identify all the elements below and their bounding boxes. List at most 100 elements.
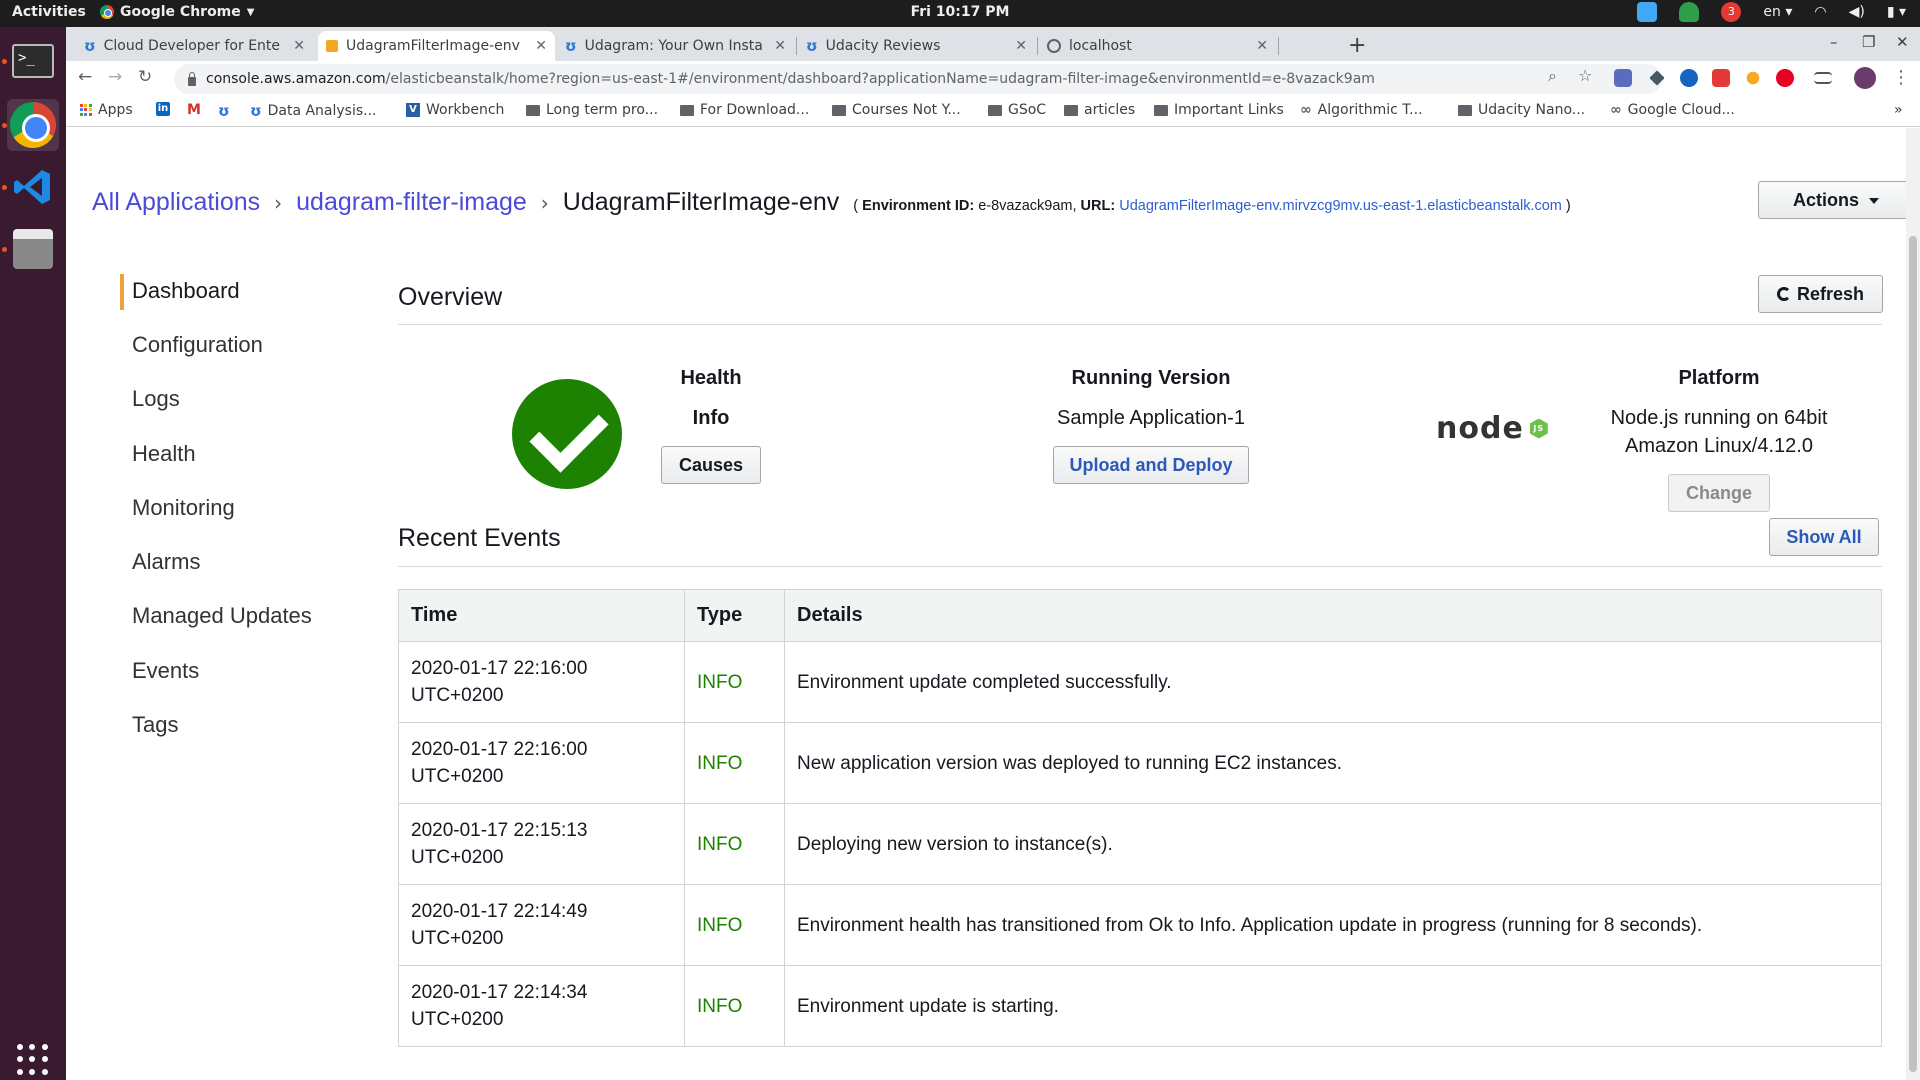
nav-item-events[interactable]: Events <box>132 658 199 684</box>
dock-chrome[interactable] <box>7 99 59 151</box>
address-bar[interactable]: console.aws.amazon.com/elasticbeanstalk/… <box>174 64 1662 94</box>
dock-files[interactable] <box>7 223 59 275</box>
event-details: Deploying new version to instance(s). <box>784 803 1882 885</box>
pinterest-extension-icon[interactable] <box>1776 69 1794 87</box>
bookmark-courses[interactable]: Courses Not Y... <box>832 102 961 118</box>
event-tz: UTC+0200 <box>411 928 504 949</box>
volume-icon[interactable]: ◀) <box>1849 4 1865 20</box>
running-indicator <box>2 185 7 190</box>
wifi-icon[interactable]: ◠ <box>1814 4 1826 20</box>
scrollbar-thumb[interactable] <box>1909 236 1917 1072</box>
dock-vscode[interactable] <box>7 161 59 213</box>
event-details: Environment update is starting. <box>784 965 1882 1047</box>
folder-icon <box>1458 104 1472 116</box>
upload-and-deploy-button[interactable]: Upload and Deploy <box>1053 446 1249 484</box>
lock-icon[interactable] <box>188 71 196 86</box>
reload-button[interactable]: ↻ <box>138 67 152 87</box>
nav-item-tags[interactable]: Tags <box>132 712 178 738</box>
activities-button[interactable]: Activities <box>12 4 86 20</box>
close-window-button[interactable]: ✕ <box>1896 33 1909 51</box>
breadcrumb-application[interactable]: udagram-filter-image <box>296 188 527 217</box>
bookmark-label: Algorithmic T... <box>1317 102 1423 118</box>
udacity-icon: ʊ <box>806 37 818 55</box>
translate-extension-icon[interactable] <box>1614 69 1632 87</box>
upload-label: Upload and Deploy <box>1069 455 1233 475</box>
new-tab-button[interactable]: + <box>1348 33 1366 58</box>
udacity-icon: ʊ <box>250 102 262 120</box>
bookmark-label: Workbench <box>426 102 505 118</box>
maximize-button[interactable]: ❐ <box>1862 33 1875 51</box>
close-icon[interactable]: ✕ <box>1256 38 1268 54</box>
bookmark-articles[interactable]: articles <box>1064 102 1135 118</box>
browser-menu-icon[interactable]: ⋮ <box>1892 67 1910 88</box>
bookmark-workbench[interactable]: V Workbench <box>406 102 504 118</box>
causes-button[interactable]: Causes <box>661 446 761 484</box>
forward-button[interactable]: → <box>108 67 122 87</box>
nav-item-alarms[interactable]: Alarms <box>132 549 200 575</box>
tab-3[interactable]: ʊ Udacity Reviews ✕ <box>798 31 1035 61</box>
bookmark-star-icon[interactable]: ☆ <box>1578 66 1592 85</box>
close-icon[interactable]: ✕ <box>293 38 305 54</box>
back-button[interactable]: ← <box>78 67 92 87</box>
bookmark-gmail[interactable]: M <box>187 102 201 118</box>
nav-item-health[interactable]: Health <box>132 441 196 467</box>
nav-item-dashboard[interactable]: Dashboard <box>132 278 240 304</box>
more-bookmarks-button[interactable]: » <box>1894 102 1903 118</box>
bookmark-algorithmic[interactable]: ∞ Algorithmic T... <box>1300 102 1423 118</box>
nav-item-managed-updates[interactable]: Managed Updates <box>132 603 312 629</box>
flame-extension-icon[interactable] <box>1746 71 1760 85</box>
pdf-extension-icon[interactable] <box>1712 69 1730 87</box>
battery-icon[interactable]: ▮ ▾ <box>1887 4 1906 20</box>
event-details: Environment update completed successfull… <box>784 641 1882 723</box>
bookmark-for-download[interactable]: For Download... <box>680 102 809 118</box>
bookmark-apps[interactable]: Apps <box>80 102 133 118</box>
close-icon[interactable]: ✕ <box>1015 38 1027 54</box>
chevron-down-icon: ▼ <box>246 6 255 18</box>
bookmark-data-analysis[interactable]: ʊ Data Analysis... <box>250 102 377 120</box>
column-header-time: Time <box>398 589 685 642</box>
nav-item-configuration[interactable]: Configuration <box>132 332 263 358</box>
dock-terminal[interactable]: >_ <box>7 35 59 87</box>
sync-tray-icon[interactable] <box>1637 2 1658 22</box>
close-icon[interactable]: ✕ <box>535 38 547 54</box>
event-time: 2020-01-17 22:16:00 UTC+0200 <box>398 641 685 723</box>
bookmark-label: Long term pro... <box>546 102 659 118</box>
tab-1[interactable]: UdagramFilterImage-env ✕ <box>318 31 555 61</box>
refresh-button[interactable]: Refresh <box>1758 275 1883 313</box>
app-menu[interactable]: Google Chrome ▼ <box>100 4 254 20</box>
tab-0[interactable]: ʊ Cloud Developer for Ente ✕ <box>76 31 313 61</box>
circle-extension-icon[interactable] <box>1680 69 1698 87</box>
bookmark-important-links[interactable]: Important Links <box>1154 102 1284 118</box>
breadcrumb: All Applications › udagram-filter-image … <box>92 188 1571 217</box>
language-indicator[interactable]: en ▾ <box>1763 4 1792 20</box>
zoom-icon[interactable]: ⌕ <box>1548 66 1557 86</box>
bookmark-udacity[interactable]: ʊ <box>218 102 230 120</box>
queue-extension-icon[interactable] <box>1814 72 1832 84</box>
bookmark-long-term[interactable]: Long term pro... <box>526 102 658 118</box>
change-platform-button[interactable]: Change <box>1668 474 1770 512</box>
bookmark-google-cloud[interactable]: ∞ Google Cloud... <box>1610 102 1735 118</box>
minimize-button[interactable]: – <box>1830 33 1838 51</box>
tab-4[interactable]: localhost ✕ <box>1039 31 1276 61</box>
page-scrollbar[interactable] <box>1906 128 1920 1080</box>
bookmark-udacity-nano[interactable]: Udacity Nano... <box>1458 102 1585 118</box>
os-top-bar: Activities Google Chrome ▼ Fri 10:17 PM … <box>0 0 1920 27</box>
nav-item-logs[interactable]: Logs <box>132 386 180 412</box>
folder-icon <box>680 104 694 116</box>
show-applications-icon[interactable] <box>17 1044 49 1076</box>
close-icon[interactable]: ✕ <box>774 38 786 54</box>
actions-dropdown-button[interactable]: Actions <box>1758 181 1914 219</box>
breadcrumb-all-applications[interactable]: All Applications <box>92 188 260 217</box>
folder-icon <box>1154 104 1168 116</box>
bookmark-linkedin[interactable]: in <box>156 102 170 116</box>
avatar[interactable] <box>1854 67 1876 89</box>
tab-2[interactable]: ʊ Udagram: Your Own Insta ✕ <box>557 31 794 61</box>
bookmark-gsoc[interactable]: GSoC <box>988 102 1046 118</box>
show-all-button[interactable]: Show All <box>1769 518 1879 556</box>
notification-tray-icon[interactable]: 3 <box>1721 2 1742 22</box>
shield-tray-icon[interactable] <box>1679 2 1700 22</box>
event-type: INFO <box>684 722 785 804</box>
nav-item-monitoring[interactable]: Monitoring <box>132 495 235 521</box>
environment-url-link[interactable]: UdagramFilterImage-env.mirvzcg9mv.us-eas… <box>1119 198 1562 214</box>
clock[interactable]: Fri 10:17 PM <box>0 4 1920 20</box>
